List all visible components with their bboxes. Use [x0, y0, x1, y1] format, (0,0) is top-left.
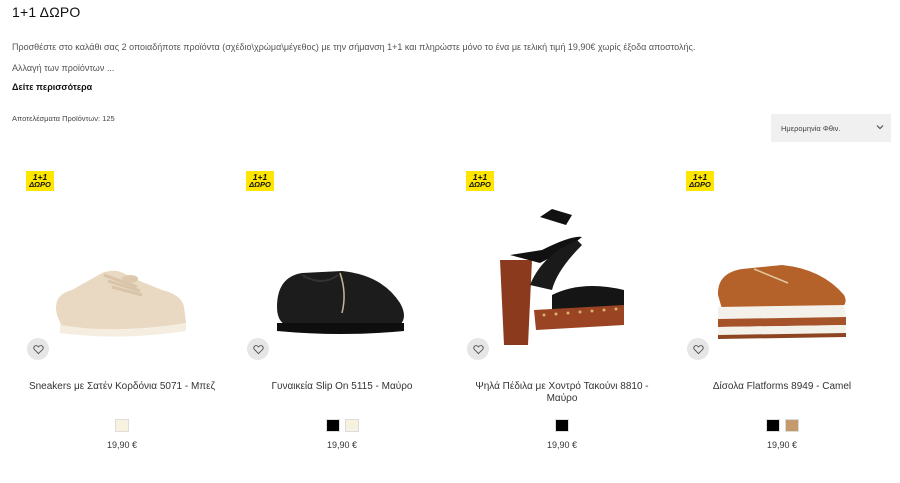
heart-icon: [32, 344, 44, 354]
color-swatches: [232, 419, 452, 432]
product-name[interactable]: Ψηλά Πέδιλα με Χοντρό Τακούνι 8810 - Μαύ…: [452, 381, 672, 405]
color-swatches: [12, 419, 232, 432]
favorite-button[interactable]: [247, 338, 269, 360]
favorite-button[interactable]: [467, 338, 489, 360]
promo-badge: 1+1 ΔΩΡΟ: [466, 171, 494, 191]
heart-icon: [252, 344, 264, 354]
heart-icon: [692, 344, 704, 354]
sort-selected-value: Ημερομηνία Φθιν.: [781, 123, 841, 133]
heart-icon: [472, 344, 484, 354]
product-card[interactable]: 1+1 ΔΩΡΟ Ψηλά Πέδιλα με Χοντρό Τακούνι 8…: [452, 165, 672, 465]
change-products-text: Αλλαγή των προϊόντων ...: [12, 63, 115, 73]
product-card[interactable]: 1+1 ΔΩΡΟ Δίσολα Flatforms 8949 - Camel 1…: [672, 165, 892, 465]
color-swatches: [672, 419, 892, 432]
color-swatch[interactable]: [325, 419, 340, 432]
product-name[interactable]: Δίσολα Flatforms 8949 - Camel: [672, 381, 892, 393]
product-name[interactable]: Sneakers με Σατέν Κορδόνια 5071 - Μπεζ: [12, 381, 232, 393]
color-swatch[interactable]: [555, 419, 569, 432]
sort-select[interactable]: Ημερομηνία Φθιν.: [771, 114, 891, 142]
color-swatches: [452, 419, 672, 432]
product-price: 19,90 €: [546, 440, 578, 450]
product-card[interactable]: 1+1 ΔΩΡΟ Sneakers με Σατέν Κορδόνια 5071…: [12, 165, 232, 465]
promo-description: Προσθέστε στο καλάθι σας 2 οποιαδήποτε π…: [12, 42, 696, 52]
favorite-button[interactable]: [687, 338, 709, 360]
product-card[interactable]: 1+1 ΔΩΡΟ Γυναικεία Slip On 5115 - Μαύρο …: [232, 165, 452, 465]
product-price: 19,90 €: [766, 440, 798, 450]
results-count: Αποτελέσματα Προϊόντων: 125: [12, 114, 115, 123]
color-swatch[interactable]: [344, 419, 359, 432]
product-image[interactable]: [12, 195, 232, 355]
promo-badge: 1+1 ΔΩΡΟ: [246, 171, 274, 191]
color-swatch[interactable]: [784, 419, 799, 432]
product-image[interactable]: [452, 195, 672, 355]
color-swatch[interactable]: [115, 419, 129, 432]
product-name[interactable]: Γυναικεία Slip On 5115 - Μαύρο: [232, 381, 452, 393]
page-title: 1+1 ΔΩΡΟ: [12, 4, 81, 20]
product-price: 19,90 €: [326, 440, 358, 450]
product-price: 19,90 €: [106, 440, 138, 450]
promo-badge: 1+1 ΔΩΡΟ: [26, 171, 54, 191]
product-image[interactable]: [672, 195, 892, 355]
favorite-button[interactable]: [27, 338, 49, 360]
chevron-down-icon: [876, 125, 884, 130]
product-image[interactable]: [232, 195, 452, 355]
see-more-link[interactable]: Δείτε περισσότερα: [12, 82, 92, 92]
color-swatch[interactable]: [765, 419, 780, 432]
promo-badge: 1+1 ΔΩΡΟ: [686, 171, 714, 191]
